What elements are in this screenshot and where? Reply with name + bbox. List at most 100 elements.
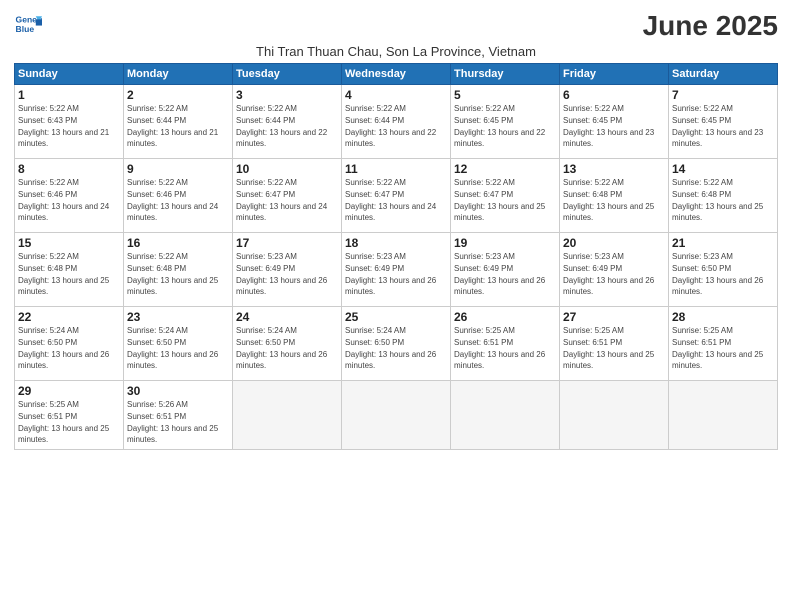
col-friday: Friday — [560, 64, 669, 85]
cell-info: Sunrise: 5:25 AMSunset: 6:51 PMDaylight:… — [454, 326, 545, 370]
table-row: 28 Sunrise: 5:25 AMSunset: 6:51 PMDaylig… — [669, 307, 778, 381]
day-number: 16 — [127, 236, 229, 250]
table-row — [669, 381, 778, 450]
subtitle: Thi Tran Thuan Chau, Son La Province, Vi… — [14, 44, 778, 59]
cell-info: Sunrise: 5:22 AMSunset: 6:44 PMDaylight:… — [127, 104, 218, 148]
table-row: 21 Sunrise: 5:23 AMSunset: 6:50 PMDaylig… — [669, 233, 778, 307]
calendar-table: Sunday Monday Tuesday Wednesday Thursday… — [14, 63, 778, 450]
table-row — [342, 381, 451, 450]
logo-icon: General Blue — [14, 10, 42, 38]
table-row: 9 Sunrise: 5:22 AMSunset: 6:46 PMDayligh… — [124, 159, 233, 233]
table-row: 18 Sunrise: 5:23 AMSunset: 6:49 PMDaylig… — [342, 233, 451, 307]
table-row: 8 Sunrise: 5:22 AMSunset: 6:46 PMDayligh… — [15, 159, 124, 233]
cell-info: Sunrise: 5:22 AMSunset: 6:47 PMDaylight:… — [345, 178, 436, 222]
table-row: 24 Sunrise: 5:24 AMSunset: 6:50 PMDaylig… — [233, 307, 342, 381]
table-row: 10 Sunrise: 5:22 AMSunset: 6:47 PMDaylig… — [233, 159, 342, 233]
table-row: 29 Sunrise: 5:25 AMSunset: 6:51 PMDaylig… — [15, 381, 124, 450]
cell-info: Sunrise: 5:24 AMSunset: 6:50 PMDaylight:… — [236, 326, 327, 370]
cell-info: Sunrise: 5:26 AMSunset: 6:51 PMDaylight:… — [127, 400, 218, 444]
table-row — [233, 381, 342, 450]
cell-info: Sunrise: 5:22 AMSunset: 6:48 PMDaylight:… — [563, 178, 654, 222]
table-row: 11 Sunrise: 5:22 AMSunset: 6:47 PMDaylig… — [342, 159, 451, 233]
header: General Blue June 2025 — [14, 10, 778, 42]
day-number: 18 — [345, 236, 447, 250]
cell-info: Sunrise: 5:24 AMSunset: 6:50 PMDaylight:… — [18, 326, 109, 370]
cell-info: Sunrise: 5:25 AMSunset: 6:51 PMDaylight:… — [18, 400, 109, 444]
day-number: 5 — [454, 88, 556, 102]
cell-info: Sunrise: 5:22 AMSunset: 6:43 PMDaylight:… — [18, 104, 109, 148]
cell-info: Sunrise: 5:22 AMSunset: 6:48 PMDaylight:… — [18, 252, 109, 296]
day-number: 1 — [18, 88, 120, 102]
day-number: 15 — [18, 236, 120, 250]
col-monday: Monday — [124, 64, 233, 85]
col-sunday: Sunday — [15, 64, 124, 85]
table-row: 19 Sunrise: 5:23 AMSunset: 6:49 PMDaylig… — [451, 233, 560, 307]
title-block: June 2025 — [643, 10, 778, 42]
table-row: 13 Sunrise: 5:22 AMSunset: 6:48 PMDaylig… — [560, 159, 669, 233]
table-row: 4 Sunrise: 5:22 AMSunset: 6:44 PMDayligh… — [342, 85, 451, 159]
cell-info: Sunrise: 5:23 AMSunset: 6:49 PMDaylight:… — [345, 252, 436, 296]
day-number: 22 — [18, 310, 120, 324]
table-row — [560, 381, 669, 450]
table-row: 2 Sunrise: 5:22 AMSunset: 6:44 PMDayligh… — [124, 85, 233, 159]
cell-info: Sunrise: 5:24 AMSunset: 6:50 PMDaylight:… — [127, 326, 218, 370]
table-row — [451, 381, 560, 450]
cell-info: Sunrise: 5:25 AMSunset: 6:51 PMDaylight:… — [563, 326, 654, 370]
day-number: 8 — [18, 162, 120, 176]
cell-info: Sunrise: 5:23 AMSunset: 6:50 PMDaylight:… — [672, 252, 763, 296]
day-number: 27 — [563, 310, 665, 324]
table-row: 6 Sunrise: 5:22 AMSunset: 6:45 PMDayligh… — [560, 85, 669, 159]
day-number: 11 — [345, 162, 447, 176]
table-row: 1 Sunrise: 5:22 AMSunset: 6:43 PMDayligh… — [15, 85, 124, 159]
day-number: 30 — [127, 384, 229, 398]
day-number: 20 — [563, 236, 665, 250]
cell-info: Sunrise: 5:22 AMSunset: 6:44 PMDaylight:… — [236, 104, 327, 148]
day-number: 21 — [672, 236, 774, 250]
logo: General Blue — [14, 10, 42, 38]
day-number: 26 — [454, 310, 556, 324]
cell-info: Sunrise: 5:22 AMSunset: 6:44 PMDaylight:… — [345, 104, 436, 148]
table-row: 20 Sunrise: 5:23 AMSunset: 6:49 PMDaylig… — [560, 233, 669, 307]
col-wednesday: Wednesday — [342, 64, 451, 85]
cell-info: Sunrise: 5:23 AMSunset: 6:49 PMDaylight:… — [563, 252, 654, 296]
day-number: 24 — [236, 310, 338, 324]
table-row: 23 Sunrise: 5:24 AMSunset: 6:50 PMDaylig… — [124, 307, 233, 381]
cell-info: Sunrise: 5:22 AMSunset: 6:46 PMDaylight:… — [127, 178, 218, 222]
table-row: 5 Sunrise: 5:22 AMSunset: 6:45 PMDayligh… — [451, 85, 560, 159]
cell-info: Sunrise: 5:22 AMSunset: 6:45 PMDaylight:… — [454, 104, 545, 148]
cell-info: Sunrise: 5:22 AMSunset: 6:47 PMDaylight:… — [454, 178, 545, 222]
cell-info: Sunrise: 5:24 AMSunset: 6:50 PMDaylight:… — [345, 326, 436, 370]
cell-info: Sunrise: 5:22 AMSunset: 6:45 PMDaylight:… — [563, 104, 654, 148]
table-row: 25 Sunrise: 5:24 AMSunset: 6:50 PMDaylig… — [342, 307, 451, 381]
day-number: 10 — [236, 162, 338, 176]
svg-text:Blue: Blue — [16, 24, 35, 34]
table-row: 30 Sunrise: 5:26 AMSunset: 6:51 PMDaylig… — [124, 381, 233, 450]
cell-info: Sunrise: 5:23 AMSunset: 6:49 PMDaylight:… — [454, 252, 545, 296]
table-row: 26 Sunrise: 5:25 AMSunset: 6:51 PMDaylig… — [451, 307, 560, 381]
table-row: 27 Sunrise: 5:25 AMSunset: 6:51 PMDaylig… — [560, 307, 669, 381]
day-number: 25 — [345, 310, 447, 324]
col-tuesday: Tuesday — [233, 64, 342, 85]
col-saturday: Saturday — [669, 64, 778, 85]
cell-info: Sunrise: 5:22 AMSunset: 6:46 PMDaylight:… — [18, 178, 109, 222]
day-number: 17 — [236, 236, 338, 250]
weekday-header-row: Sunday Monday Tuesday Wednesday Thursday… — [15, 64, 778, 85]
cell-info: Sunrise: 5:23 AMSunset: 6:49 PMDaylight:… — [236, 252, 327, 296]
day-number: 14 — [672, 162, 774, 176]
day-number: 3 — [236, 88, 338, 102]
day-number: 9 — [127, 162, 229, 176]
table-row: 16 Sunrise: 5:22 AMSunset: 6:48 PMDaylig… — [124, 233, 233, 307]
col-thursday: Thursday — [451, 64, 560, 85]
table-row: 22 Sunrise: 5:24 AMSunset: 6:50 PMDaylig… — [15, 307, 124, 381]
day-number: 28 — [672, 310, 774, 324]
table-row: 14 Sunrise: 5:22 AMSunset: 6:48 PMDaylig… — [669, 159, 778, 233]
day-number: 29 — [18, 384, 120, 398]
main-title: June 2025 — [643, 10, 778, 42]
table-row: 7 Sunrise: 5:22 AMSunset: 6:45 PMDayligh… — [669, 85, 778, 159]
day-number: 12 — [454, 162, 556, 176]
table-row: 3 Sunrise: 5:22 AMSunset: 6:44 PMDayligh… — [233, 85, 342, 159]
cell-info: Sunrise: 5:22 AMSunset: 6:45 PMDaylight:… — [672, 104, 763, 148]
page: General Blue June 2025 Thi Tran Thuan Ch… — [0, 0, 792, 612]
cell-info: Sunrise: 5:25 AMSunset: 6:51 PMDaylight:… — [672, 326, 763, 370]
day-number: 19 — [454, 236, 556, 250]
